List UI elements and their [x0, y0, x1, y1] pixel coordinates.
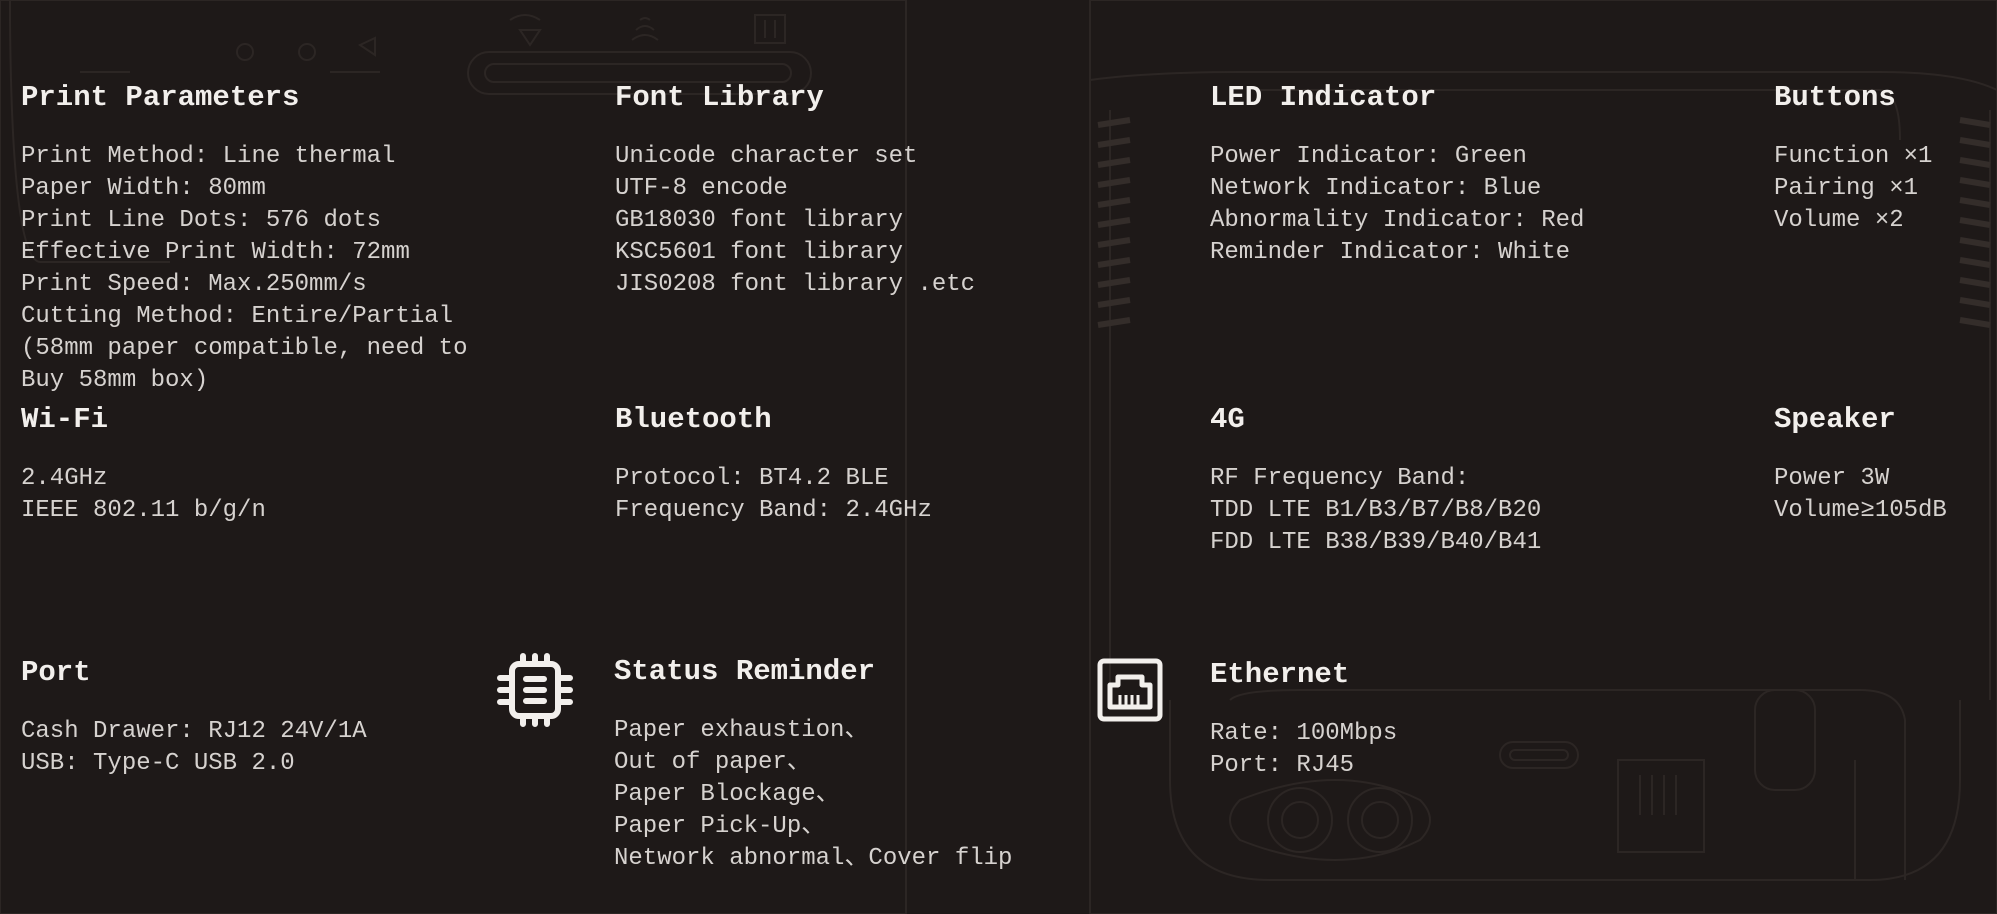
- spec-line: USB: Type-C USB 2.0: [21, 750, 295, 777]
- speaker-title: Speaker: [1774, 403, 1896, 436]
- spec-line: Volume ×2: [1774, 207, 1904, 234]
- ethernet-section: Ethernet Rate: 100Mbps Port: RJ45: [1210, 658, 1397, 782]
- lte-section: 4G RF Frequency Band: TDD LTE B1/B3/B7/B…: [1210, 403, 1541, 559]
- print-parameters-title: Print Parameters: [21, 81, 300, 114]
- font-library-title: Font Library: [615, 81, 824, 114]
- spec-line: Rate: 100Mbps: [1210, 720, 1398, 747]
- bluetooth-section: Bluetooth Protocol: BT4.2 BLE Frequency …: [615, 403, 932, 527]
- wifi-section: Wi-Fi 2.4GHz IEEE 802.11 b/g/n: [21, 403, 266, 527]
- spec-line: Port: RJ45: [1210, 752, 1355, 779]
- spec-line: (58mm paper compatible, need to: [21, 335, 468, 362]
- spec-line: RF Frequency Band:: [1210, 465, 1470, 492]
- spec-line: Paper Pick-Up、: [614, 813, 826, 840]
- spec-line: Volume≥105dB: [1774, 497, 1947, 524]
- spec-line: Protocol: BT4.2 BLE: [615, 465, 889, 492]
- spec-line: Cutting Method: Entire/Partial: [21, 303, 454, 330]
- spec-line: Power Indicator: Green: [1210, 143, 1527, 170]
- buttons-title: Buttons: [1774, 81, 1896, 114]
- spec-line: Power 3W: [1774, 465, 1890, 492]
- status-reminder-title: Status Reminder: [614, 655, 876, 688]
- spec-line: Network abnormal、Cover flip: [614, 845, 1013, 872]
- print-parameters-section: Print Parameters Print Method: Line ther…: [21, 81, 467, 397]
- spec-line: Paper Blockage、: [614, 781, 840, 808]
- speaker-section: Speaker Power 3W Volume≥105dB: [1774, 403, 1947, 527]
- spec-line: UTF-8 encode: [615, 175, 788, 202]
- lte-title: 4G: [1210, 403, 1245, 436]
- spec-line: Print Speed: Max.250mm/s: [21, 271, 367, 298]
- spec-line: Reminder Indicator: White: [1210, 239, 1571, 266]
- spec-line: TDD LTE B1/B3/B7/B8/B20: [1210, 497, 1542, 524]
- spec-line: Effective Print Width: 72mm: [21, 239, 410, 266]
- spec-line: Print Method: Line thermal: [21, 143, 396, 170]
- spec-line: Function ×1: [1774, 143, 1933, 170]
- font-library-section: Font Library Unicode character set UTF-8…: [615, 81, 975, 301]
- chip-icon: [497, 653, 573, 727]
- spec-line: Paper exhaustion、: [614, 717, 869, 744]
- spec-line: JIS0208 font library .etc: [615, 271, 976, 298]
- status-reminder-section: Status Reminder Paper exhaustion、 Out of…: [614, 655, 1012, 875]
- spec-line: Unicode character set: [615, 143, 918, 170]
- spec-line: FDD LTE B38/B39/B40/B41: [1210, 529, 1542, 556]
- ethernet-title: Ethernet: [1210, 658, 1350, 691]
- spec-line: Abnormality Indicator: Red: [1210, 207, 1585, 234]
- spec-line: IEEE 802.11 b/g/n: [21, 497, 266, 524]
- led-indicator-title: LED Indicator: [1210, 81, 1437, 114]
- spec-line: Out of paper、: [614, 749, 811, 776]
- led-indicator-section: LED Indicator Power Indicator: Green Net…: [1210, 81, 1584, 269]
- bluetooth-title: Bluetooth: [615, 403, 772, 436]
- spec-line: GB18030 font library: [615, 207, 904, 234]
- spec-line: Paper Width: 80mm: [21, 175, 266, 202]
- spec-line: Cash Drawer: RJ12 24V/1A: [21, 718, 367, 745]
- port-title: Port: [21, 656, 91, 689]
- spec-line: Print Line Dots: 576 dots: [21, 207, 382, 234]
- spec-line: Pairing ×1: [1774, 175, 1919, 202]
- spec-line: Buy 58mm box): [21, 367, 209, 394]
- buttons-section: Buttons Function ×1 Pairing ×1 Volume ×2: [1774, 81, 1932, 237]
- spec-line: Network Indicator: Blue: [1210, 175, 1542, 202]
- port-section: Port Cash Drawer: RJ12 24V/1A USB: Type-…: [21, 656, 367, 780]
- spec-line: Frequency Band: 2.4GHz: [615, 497, 932, 524]
- spec-line: KSC5601 font library: [615, 239, 904, 266]
- wifi-title: Wi-Fi: [21, 403, 109, 436]
- ethernet-port-icon: [1097, 658, 1163, 722]
- spec-line: 2.4GHz: [21, 465, 108, 492]
